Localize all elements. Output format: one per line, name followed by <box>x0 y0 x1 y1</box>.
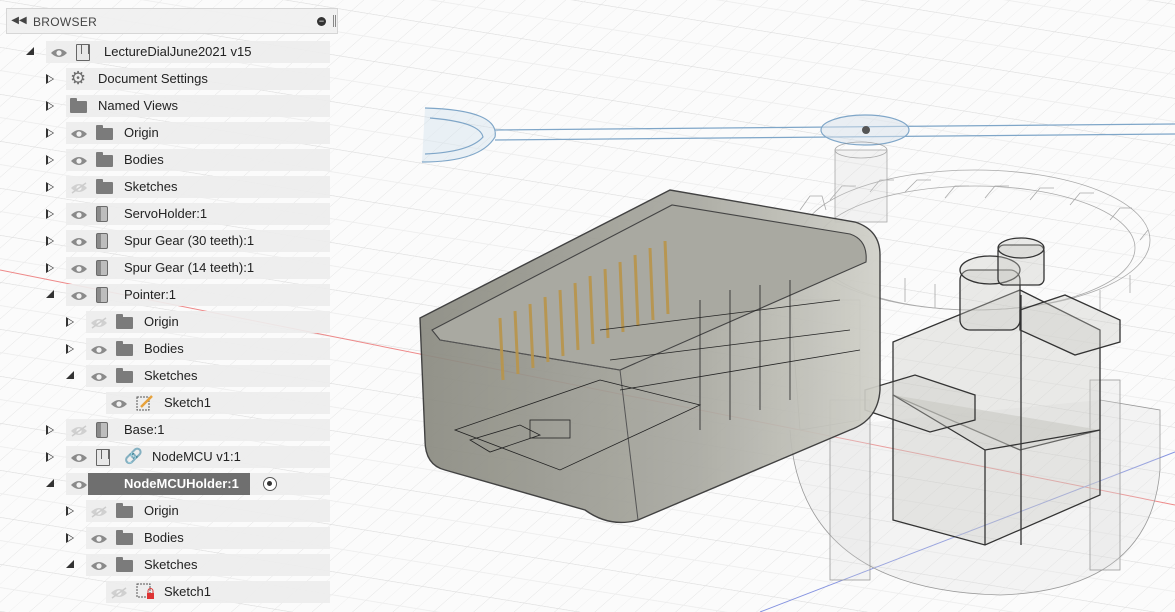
tree-item-label: NodeMCU v1:1 <box>152 449 241 464</box>
tree-item-label: Named Views <box>98 98 178 113</box>
eye-icon[interactable] <box>110 397 128 415</box>
expand-right-icon[interactable] <box>66 317 74 327</box>
folder-icon <box>116 314 133 329</box>
eye-icon[interactable] <box>70 289 88 307</box>
eye-icon[interactable] <box>70 478 88 496</box>
sketch-icon <box>136 394 154 417</box>
tree-item-label: Bodies <box>124 152 164 167</box>
minimize-button[interactable]: − <box>317 17 326 26</box>
tree-item-label: Spur Gear (30 teeth):1 <box>124 233 255 248</box>
folder-icon <box>116 368 133 383</box>
expand-right-icon[interactable] <box>66 506 74 516</box>
folder-icon <box>70 98 87 113</box>
component-icon <box>96 260 108 276</box>
expand-right-icon[interactable] <box>46 155 54 165</box>
tree-item-label: Sketches <box>144 368 198 383</box>
folder-icon <box>116 557 133 572</box>
expand-right-icon[interactable] <box>66 344 74 354</box>
eye-hidden-icon[interactable] <box>70 424 88 442</box>
eye-icon[interactable] <box>70 262 88 280</box>
expand-down-icon[interactable] <box>46 290 54 298</box>
folder-icon <box>96 152 113 167</box>
tree-item-label: Document Settings <box>98 71 208 86</box>
activate-component-radio[interactable] <box>263 477 277 491</box>
tree-item-label: Bodies <box>144 341 184 356</box>
link-icon: 🔗 <box>124 448 143 465</box>
tree-item-label: Base:1 <box>124 422 165 437</box>
eye-hidden-icon[interactable] <box>90 316 108 334</box>
eye-icon[interactable] <box>50 46 68 64</box>
expand-down-icon[interactable] <box>46 479 54 487</box>
browser-header: ◀◀ BROWSER − <box>6 8 338 34</box>
tree-item-label: Sketches <box>124 179 178 194</box>
document-icon <box>96 449 110 466</box>
eye-hidden-icon[interactable] <box>110 586 128 604</box>
tree-item-label: Sketches <box>144 557 198 572</box>
eye-icon[interactable] <box>90 343 108 361</box>
eye-icon[interactable] <box>90 370 108 388</box>
tree-item-label: Bodies <box>144 530 184 545</box>
expand-right-icon[interactable] <box>46 74 54 84</box>
document-icon <box>76 44 90 61</box>
expand-right-icon[interactable] <box>46 236 54 246</box>
eye-icon[interactable] <box>90 559 108 577</box>
expand-right-icon[interactable] <box>46 452 54 462</box>
tree-item-label: Origin <box>124 125 159 140</box>
eye-icon[interactable] <box>70 127 88 145</box>
tree-item-label: Sketch1 <box>164 395 211 410</box>
browser-title: BROWSER <box>33 15 98 29</box>
component-icon <box>96 422 108 438</box>
tree-item-label: ServoHolder:1 <box>124 206 208 221</box>
expand-right-icon[interactable] <box>46 182 54 192</box>
folder-icon <box>96 125 113 140</box>
folder-icon <box>116 341 133 356</box>
expand-right-icon[interactable] <box>46 425 54 435</box>
component-icon <box>96 206 108 222</box>
expand-down-icon[interactable] <box>66 560 74 568</box>
tree-item-label: Sketch1 <box>164 584 211 599</box>
eye-icon[interactable] <box>70 451 88 469</box>
collapse-panel-icon[interactable]: ◀◀ <box>11 14 27 28</box>
browser-panel: ◀◀ BROWSER − LectureDialJune2021 v15 Docu… <box>0 0 340 612</box>
eye-icon[interactable] <box>70 208 88 226</box>
tree-item-label: Spur Gear (14 teeth):1 <box>124 260 255 275</box>
expand-right-icon[interactable] <box>46 263 54 273</box>
expand-down-icon[interactable] <box>26 47 34 55</box>
eye-icon[interactable] <box>70 154 88 172</box>
folder-icon <box>96 179 113 194</box>
expand-right-icon[interactable] <box>66 533 74 543</box>
locked-sketch-icon <box>136 583 156 606</box>
tree-item-label: Origin <box>144 314 179 329</box>
folder-icon <box>116 530 133 545</box>
component-icon <box>96 233 108 249</box>
tree-item-document-settings[interactable]: Document Settings <box>66 68 330 90</box>
eye-hidden-icon[interactable] <box>90 505 108 523</box>
expand-right-icon[interactable] <box>46 209 54 219</box>
eye-icon[interactable] <box>90 532 108 550</box>
eye-icon[interactable] <box>70 235 88 253</box>
expand-right-icon[interactable] <box>46 128 54 138</box>
tree-item-named-views[interactable]: Named Views <box>66 95 330 117</box>
tree-item-label: NodeMCUHolder:1 <box>124 476 239 491</box>
eye-hidden-icon[interactable] <box>70 181 88 199</box>
selected-item-highlight[interactable]: NodeMCUHolder:1 <box>88 473 250 495</box>
tree-item-label: Pointer:1 <box>124 287 177 302</box>
tree-item-label: Origin <box>144 503 179 518</box>
panel-resize-handle[interactable] <box>333 15 336 27</box>
folder-icon <box>116 503 133 518</box>
tree-item-label: LectureDialJune2021 v15 <box>104 44 252 59</box>
gear-icon: ⚙ <box>70 68 87 88</box>
expand-right-icon[interactable] <box>46 101 54 111</box>
expand-down-icon[interactable] <box>66 371 74 379</box>
component-icon <box>96 287 108 303</box>
